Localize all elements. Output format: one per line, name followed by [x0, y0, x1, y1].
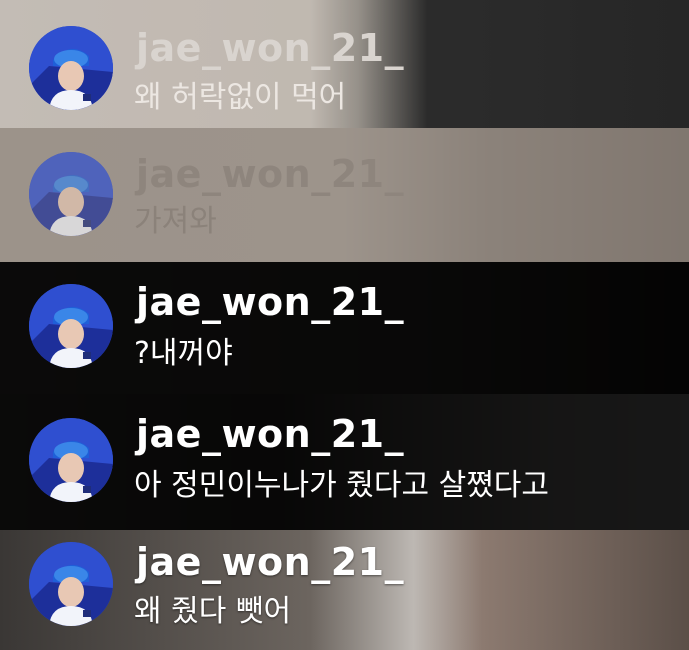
- user-avatar-icon[interactable]: [29, 542, 113, 626]
- chat-message-text: 왜 허락없이 먹어: [134, 80, 347, 115]
- chat-message-text: 가져와: [134, 204, 217, 239]
- live-chat-list: jae_won_21_ 왜 허락없이 먹어 jae_won_21_ 가져와 ja…: [0, 0, 689, 650]
- user-avatar-icon[interactable]: [29, 284, 113, 368]
- chat-message: jae_won_21_ 가져와: [0, 128, 689, 262]
- chat-username[interactable]: jae_won_21_: [136, 152, 404, 196]
- chat-username[interactable]: jae_won_21_: [136, 412, 404, 456]
- chat-username[interactable]: jae_won_21_: [136, 26, 404, 70]
- user-avatar-icon[interactable]: [29, 152, 113, 236]
- chat-message: jae_won_21_ ?내꺼야: [0, 262, 689, 394]
- user-avatar-icon[interactable]: [29, 26, 113, 110]
- chat-message-text: 아 정민이누나가 줬다고 살쪘다고: [134, 468, 550, 503]
- chat-message-text: ?내꺼야: [134, 336, 233, 371]
- chat-message: jae_won_21_ 왜 줬다 뺏어: [0, 530, 689, 650]
- chat-username[interactable]: jae_won_21_: [136, 540, 404, 584]
- chat-username[interactable]: jae_won_21_: [136, 280, 404, 324]
- user-avatar-icon[interactable]: [29, 418, 113, 502]
- chat-message-text: 왜 줬다 뺏어: [134, 594, 292, 629]
- chat-message: jae_won_21_ 아 정민이누나가 줬다고 살쪘다고: [0, 394, 689, 530]
- chat-message: jae_won_21_ 왜 허락없이 먹어: [0, 0, 689, 128]
